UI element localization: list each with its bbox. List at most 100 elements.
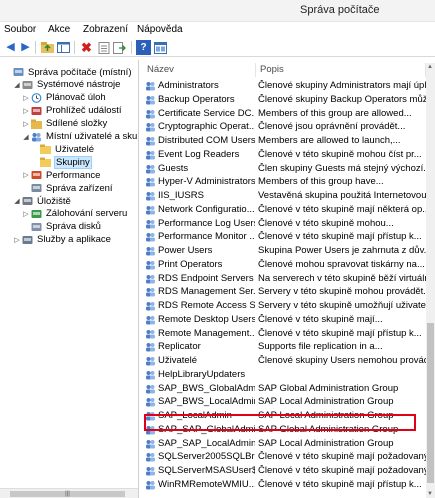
group-icon	[145, 205, 156, 215]
tree-item[interactable]: ▷ Prohlížeč událostí	[22, 105, 123, 117]
list-item[interactable]: Cryptographic Operat... Členové jsou oprá…	[143, 121, 435, 134]
list-item[interactable]: SAP_SAP_GlobalAdmin SAP Global Administra…	[143, 424, 435, 437]
list-item[interactable]: Distributed COM Users Members are allowed…	[143, 135, 435, 148]
list-item[interactable]: RDS Remote Access S... Servery v této sku…	[143, 300, 435, 313]
group-name: Event Log Readers	[158, 148, 240, 160]
list-item[interactable]: SQLServer2005SQLBro...Členové v této sku…	[143, 451, 435, 464]
list-item[interactable]: Performance Log Users Členové v této skup…	[143, 218, 435, 231]
scroll-thumb[interactable]	[427, 323, 434, 483]
tree-item[interactable]: ▷ Zálohování serveru	[22, 208, 128, 220]
list-item[interactable]: SAP_LocalAdmin SAP Local Administration G…	[143, 410, 435, 423]
users-icon	[31, 132, 42, 142]
clock-icon	[31, 92, 42, 103]
group-name: Cryptographic Operat...	[158, 121, 255, 133]
expand-arrow-icon[interactable]: ▷	[22, 210, 30, 218]
tree-item[interactable]: ◢ Úložiště	[13, 195, 72, 207]
tree-item[interactable]: Správa počítače (místní)	[4, 66, 132, 78]
expand-arrow-icon[interactable]: ▷	[13, 236, 21, 244]
group-description: Na serverech v této skupině běží virtuál…	[258, 272, 435, 284]
group-description: SAP Local Administration Group	[258, 396, 394, 408]
menu-file[interactable]: Soubor	[4, 24, 36, 35]
list-item[interactable]: Certificate Service DC... Members of this…	[143, 108, 435, 121]
group-description: Members of this group have...	[258, 176, 384, 188]
tree-item[interactable]: ▷ Sdílené složky	[22, 118, 108, 130]
tree-item-label: Správa zařízení	[46, 182, 113, 194]
scroll-down-icon[interactable]: ▼	[427, 491, 433, 497]
console-icon[interactable]	[153, 40, 168, 55]
group-icon	[145, 466, 156, 476]
tree-item-label: Sdílené složky	[46, 118, 108, 130]
list-item[interactable]: Replicator Supports file replication in a…	[143, 341, 435, 354]
horizontal-scroll-thumb[interactable]: |||	[10, 491, 125, 497]
list-item[interactable]: SAP_BWS_LocalAdmin SAP Local Administrati…	[143, 396, 435, 409]
delete-icon[interactable]: ✖	[79, 40, 94, 55]
show-tree-icon[interactable]	[56, 40, 71, 55]
collapse-arrow-icon[interactable]: ◢	[13, 81, 21, 89]
forward-icon[interactable]: ▶	[18, 40, 33, 55]
list-item[interactable]: Performance Monitor ... Členové v této sk…	[143, 231, 435, 244]
tree-item[interactable]: Skupiny	[31, 155, 92, 169]
tree-item[interactable]: Uživatelé	[31, 143, 95, 155]
list-item[interactable]: SAP_BWS_GlobalAdmin SAP Global Administra…	[143, 383, 435, 396]
list-item[interactable]: Administrators Členové skupiny Administra…	[143, 80, 435, 93]
group-description: Členové skupiny Backup Operators může...	[258, 93, 435, 105]
list-item[interactable]: SAP_SAP_LocalAdmin SAP Local Administrati…	[143, 438, 435, 451]
list-item[interactable]: Network Configuratio... Členové v této sk…	[143, 204, 435, 217]
group-icon	[145, 81, 156, 91]
horizontal-scrollbar[interactable]: |||	[0, 488, 138, 498]
group-name: Administrators	[158, 80, 219, 91]
tree-item[interactable]: ◢ Systémové nástroje	[13, 79, 121, 91]
list-item[interactable]: HelpLibraryUpdaters	[143, 369, 435, 382]
tree-item-label: Plánovač úloh	[46, 92, 106, 104]
list-item[interactable]: IIS_IUSRS Vestavěná skupina použitá Inter…	[143, 190, 435, 203]
expand-arrow-icon[interactable]: ▷	[22, 171, 30, 179]
group-icon	[145, 109, 156, 119]
list-item[interactable]: Remote Desktop Users Členové v této skupi…	[143, 314, 435, 327]
scroll-up-icon[interactable]: ▲	[427, 64, 433, 70]
help-icon[interactable]: ?	[136, 40, 151, 55]
group-name: RDS Management Ser...	[158, 286, 255, 298]
expand-arrow-icon[interactable]: ▷	[22, 107, 30, 115]
menu-help[interactable]: Nápověda	[137, 24, 183, 35]
group-name: Distributed COM Users	[158, 135, 255, 146]
list-item[interactable]: Event Log Readers Členové v této skupině …	[143, 149, 435, 162]
column-header-name[interactable]: Název	[143, 63, 256, 77]
menu-view[interactable]: Zobrazení	[83, 24, 128, 35]
list-item[interactable]: RDS Endpoint Servers Na serverech v této …	[143, 273, 435, 286]
group-name: SAP_BWS_LocalAdmin	[158, 396, 255, 408]
back-icon[interactable]: ◀	[3, 40, 18, 55]
group-description: Servery v této skupině mohou provádět...	[258, 286, 432, 298]
export-icon[interactable]	[112, 40, 127, 55]
tree-item[interactable]: ◢ Místní uživatelé a skupi	[22, 131, 138, 143]
tree-item[interactable]: ▷ Performance	[22, 169, 101, 181]
collapse-arrow-icon[interactable]: ◢	[22, 133, 30, 141]
list-item[interactable]: Print Operators Členové mohou spravovat t…	[143, 259, 435, 272]
vertical-scrollbar[interactable]: ▲ ▼	[426, 63, 435, 498]
properties-icon[interactable]	[96, 40, 111, 55]
group-icon	[145, 452, 156, 462]
group-description: Člen skupiny Guests má stejný výchozí...	[258, 162, 432, 174]
list-item[interactable]: RDS Management Ser... Servery v této skup…	[143, 286, 435, 299]
list-item[interactable]: Uživatelé Členové skupiny Users nemohou p…	[143, 355, 435, 368]
list-item[interactable]: SQLServerMSASUser$... Členové v této skup…	[143, 465, 435, 478]
expand-arrow-icon[interactable]: ▷	[22, 94, 30, 102]
expand-arrow-icon[interactable]: ▷	[22, 120, 30, 128]
tree-item[interactable]: ▷ Plánovač úloh	[22, 92, 107, 104]
group-icon	[145, 219, 156, 229]
group-description: SAP Local Administration Group	[258, 437, 394, 449]
tree-item[interactable]: Správa disků	[22, 221, 102, 233]
menu-action[interactable]: Akce	[48, 24, 70, 35]
up-folder-icon[interactable]	[40, 40, 55, 55]
list-item[interactable]: Backup Operators Členové skupiny Backup O…	[143, 94, 435, 107]
tree-item[interactable]: Správa zařízení	[22, 182, 114, 194]
tree-item[interactable]: ▷ Služby a aplikace	[13, 234, 112, 246]
group-name: Remote Management...	[158, 327, 255, 339]
list-item[interactable]: Remote Management... Členové v této skupi…	[143, 328, 435, 341]
column-header-description[interactable]: Popis	[256, 63, 426, 77]
list-item[interactable]: WinRMRemoteWMIU... Členové v této skupině…	[143, 479, 435, 492]
list-item[interactable]: Guests Člen skupiny Guests má stejný vých…	[143, 163, 435, 176]
collapse-arrow-icon[interactable]: ◢	[13, 197, 21, 205]
list-item[interactable]: Power Users Skupina Power Users je zahrnu…	[143, 245, 435, 258]
list-item[interactable]: Hyper-V Administrators Members of this gr…	[143, 176, 435, 189]
navigation-tree: Správa počítače (místní) ◢ Systémové nástr…	[0, 60, 139, 498]
